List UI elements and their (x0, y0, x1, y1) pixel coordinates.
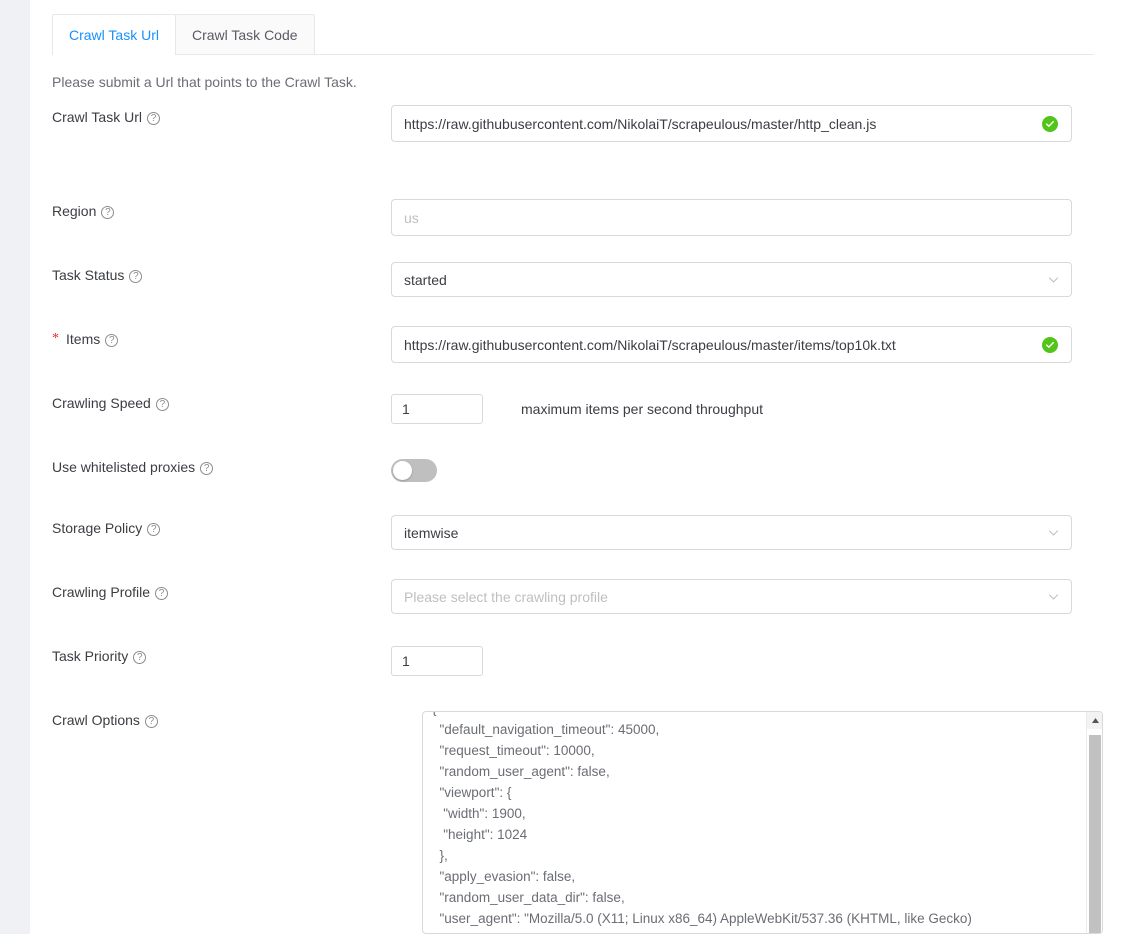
field-task-status: started (391, 262, 1072, 297)
help-icon[interactable]: ? (101, 205, 115, 219)
label-items-text: Items (66, 331, 101, 347)
help-icon[interactable]: ? (146, 111, 160, 125)
crawl-options-textarea[interactable]: { "default_navigation_timeout": 45000, "… (432, 712, 972, 933)
help-icon[interactable]: ? (105, 333, 119, 347)
check-circle-icon (1042, 336, 1058, 353)
scrollbar-thumb[interactable] (1089, 735, 1101, 933)
crawling-speed-input[interactable] (391, 394, 483, 424)
help-icon[interactable]: ? (129, 269, 143, 283)
label-items: * Items ? (52, 331, 119, 347)
label-crawl-task-url-text: Crawl Task Url (52, 109, 142, 125)
chevron-down-icon (1048, 527, 1059, 538)
region-input[interactable] (391, 199, 1072, 236)
page-root: Crawl Task Url Crawl Task Code Please su… (0, 0, 1125, 934)
label-crawling-profile-text: Crawling Profile (52, 584, 151, 600)
tab-crawl-task-url[interactable]: Crawl Task Url (52, 14, 176, 55)
help-icon[interactable]: ? (155, 586, 169, 600)
tab-crawl-task-code-label: Crawl Task Code (191, 26, 298, 43)
field-crawl-task-url (391, 105, 1072, 142)
label-task-priority: Task Priority ? (52, 648, 147, 664)
label-storage-policy-text: Storage Policy (52, 520, 143, 536)
help-icon[interactable]: ? (133, 650, 147, 664)
field-storage-policy: itemwise (391, 515, 1072, 550)
help-icon[interactable]: ? (144, 714, 158, 728)
field-region (391, 199, 1072, 236)
storage-policy-selected-value: itemwise (404, 524, 459, 541)
label-task-priority-text: Task Priority (52, 648, 129, 664)
check-circle-icon (1042, 115, 1058, 132)
tab-bar: Crawl Task Url Crawl Task Code (52, 14, 1094, 55)
intro-text: Please submit a Url that points to the C… (52, 74, 357, 90)
chevron-down-icon (1048, 274, 1059, 285)
label-crawling-speed-text: Crawling Speed (52, 395, 151, 411)
label-storage-policy: Storage Policy ? (52, 520, 161, 536)
field-items (391, 326, 1072, 363)
required-asterisk: * (52, 331, 59, 346)
items-input[interactable] (391, 326, 1072, 363)
toggle-knob (393, 461, 412, 480)
scroll-up-arrow-icon[interactable] (1087, 712, 1102, 729)
help-icon[interactable]: ? (200, 461, 214, 475)
chevron-down-icon (1048, 591, 1059, 602)
label-use-whitelisted-proxies-text: Use whitelisted proxies (52, 459, 196, 475)
crawl-options-scrollport[interactable]: { "default_navigation_timeout": 45000, "… (423, 712, 1082, 933)
crawl-task-url-input[interactable] (391, 105, 1072, 142)
help-icon[interactable]: ? (155, 397, 169, 411)
label-use-whitelisted-proxies: Use whitelisted proxies ? (52, 459, 214, 475)
label-task-status: Task Status ? (52, 267, 143, 283)
task-status-selected-value: started (404, 271, 447, 288)
task-priority-input[interactable] (391, 646, 483, 676)
field-task-priority (391, 646, 483, 676)
help-icon[interactable]: ? (147, 522, 161, 536)
label-region: Region ? (52, 203, 115, 219)
storage-policy-select[interactable]: itemwise (391, 515, 1072, 550)
tab-crawl-task-code[interactable]: Crawl Task Code (174, 14, 315, 54)
tab-crawl-task-url-label: Crawl Task Url (69, 26, 159, 43)
crawl-options-scrollbar[interactable] (1086, 712, 1102, 933)
crawling-speed-suffix-label: maximum items per second throughput (521, 401, 763, 417)
field-use-whitelisted-proxies (391, 459, 437, 487)
field-crawling-speed (391, 394, 483, 424)
label-task-status-text: Task Status (52, 267, 125, 283)
label-region-text: Region (52, 203, 97, 219)
crawling-profile-select[interactable]: Please select the crawling profile (391, 579, 1072, 614)
crawl-options-textarea-wrap: { "default_navigation_timeout": 45000, "… (422, 711, 1103, 934)
label-crawl-task-url: Crawl Task Url ? (52, 109, 160, 125)
use-whitelisted-proxies-toggle[interactable] (391, 459, 437, 482)
field-crawling-profile: Please select the crawling profile (391, 579, 1072, 614)
crawling-profile-placeholder: Please select the crawling profile (404, 588, 608, 605)
items-input-wrap (391, 326, 1072, 363)
label-crawling-profile: Crawling Profile ? (52, 584, 169, 600)
content-card: Crawl Task Url Crawl Task Code Please su… (30, 0, 1125, 934)
label-crawling-speed: Crawling Speed ? (52, 395, 169, 411)
label-crawl-options: Crawl Options ? (52, 712, 158, 728)
task-status-select[interactable]: started (391, 262, 1072, 297)
label-crawl-options-text: Crawl Options (52, 712, 140, 728)
crawl-task-url-input-wrap (391, 105, 1072, 142)
